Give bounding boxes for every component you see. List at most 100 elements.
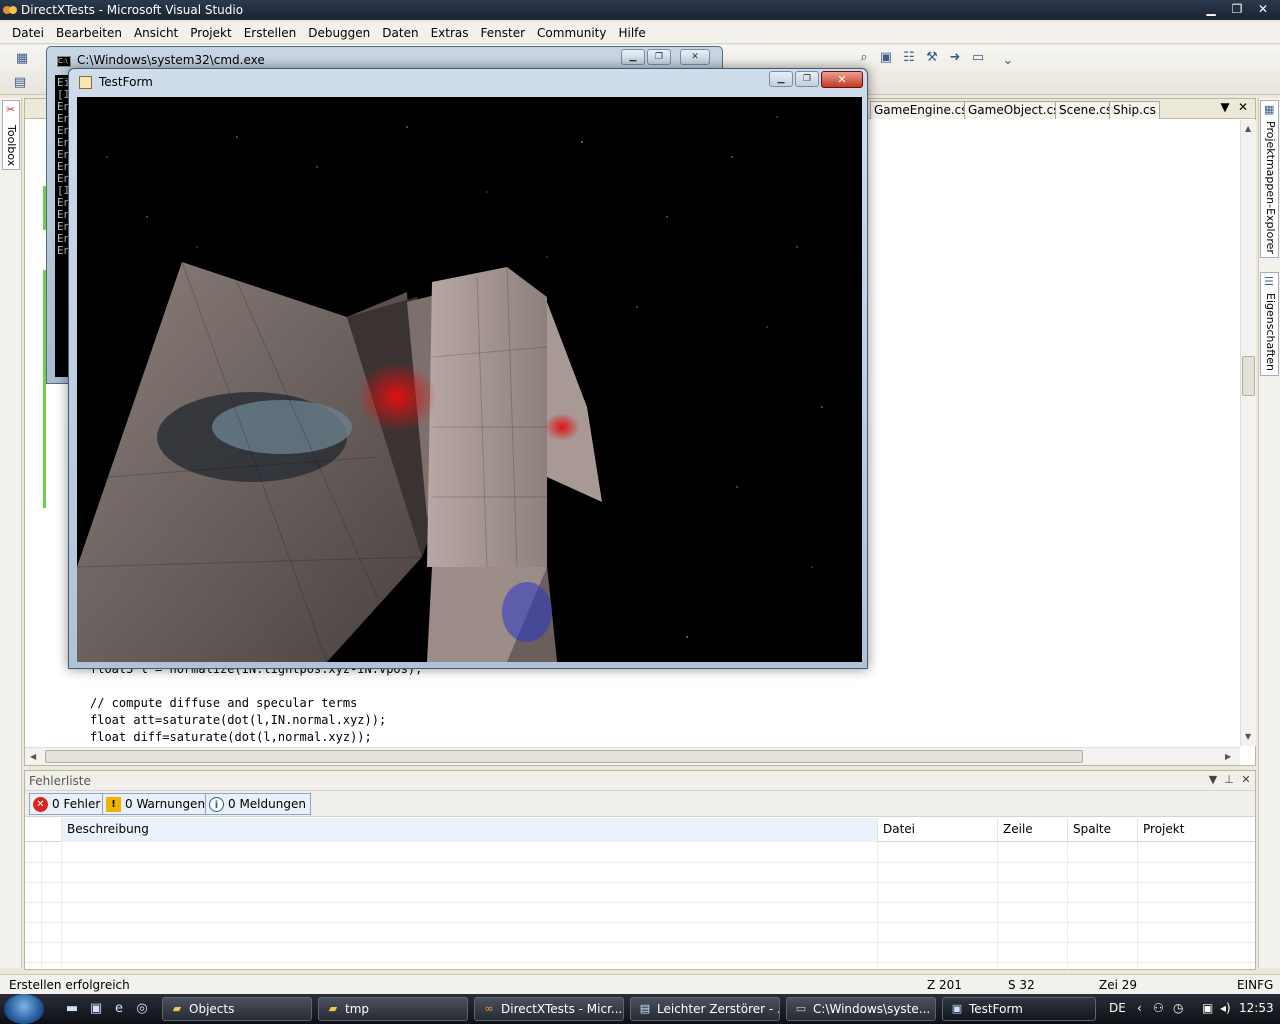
minimize-button[interactable]: ▁ xyxy=(1198,0,1224,18)
find-icon[interactable]: ⌕ xyxy=(856,50,872,66)
toolbox-tab[interactable]: ✂ Toolbox xyxy=(2,100,20,170)
properties-icon[interactable]: ☷ xyxy=(901,50,917,66)
menu-erstellen[interactable]: Erstellen xyxy=(238,26,303,40)
task-testform[interactable]: ▣ TestForm xyxy=(942,997,1096,1021)
grid-line xyxy=(41,842,42,970)
warning-icon: ! xyxy=(106,797,121,812)
window-icon[interactable]: ▭ xyxy=(970,50,986,66)
overflow-icon[interactable]: ⌄ xyxy=(1000,53,1016,69)
menu-extras[interactable]: Extras xyxy=(425,26,475,40)
testform-window[interactable]: TestForm ▁ ❐ ✕ xyxy=(68,68,868,669)
switch-windows-icon[interactable]: ▣ xyxy=(88,1001,104,1017)
task-document[interactable]: ▤ Leichter Zerstörer - ... xyxy=(630,997,780,1021)
task-label: Objects xyxy=(189,1002,235,1016)
minimize-button[interactable]: ▁ xyxy=(769,71,793,87)
dropdown-icon[interactable]: ▼ xyxy=(1205,773,1221,786)
clock[interactable]: 12:53 xyxy=(1239,1001,1274,1015)
col-beschreibung[interactable]: Beschreibung xyxy=(61,818,877,842)
menu-daten[interactable]: Daten xyxy=(376,26,424,40)
menu-debuggen[interactable]: Debuggen xyxy=(302,26,376,40)
minimize-button[interactable]: ▁ xyxy=(621,49,645,65)
status-message: Erstellen erfolgreich xyxy=(9,978,130,992)
task-label: TestForm xyxy=(969,1002,1023,1016)
task-tmp[interactable]: ▰ tmp xyxy=(318,997,468,1021)
close-button[interactable]: ✕ xyxy=(1250,0,1276,18)
task-visual-studio[interactable]: ∞ DirectXTests - Micr... xyxy=(474,997,624,1021)
col-zeile[interactable]: Zeile xyxy=(997,818,1067,842)
properties-tab[interactable]: ☰ Eigenschaften xyxy=(1260,272,1279,376)
grid-line xyxy=(877,842,878,970)
grid-line xyxy=(997,842,998,970)
toolbar-icon[interactable]: ▤ xyxy=(12,75,28,91)
window-icon: ▣ xyxy=(951,1002,963,1015)
col-spalte[interactable]: Spalte xyxy=(1067,818,1137,842)
errors-filter-button[interactable]: ✕ 0 Fehler xyxy=(29,793,106,815)
network-icon[interactable]: ⚇ xyxy=(1153,1001,1164,1015)
tab-dropdown-icon[interactable]: ▼ xyxy=(1217,100,1233,114)
language-indicator[interactable]: DE xyxy=(1109,1001,1126,1015)
tab-gameengine[interactable]: GameEngine.cs xyxy=(870,101,972,119)
task-objects[interactable]: ▰ Objects xyxy=(162,997,312,1021)
grid-line xyxy=(25,942,1255,943)
tab-scene[interactable]: Scene.cs xyxy=(1055,101,1117,119)
scroll-up-icon[interactable]: ▲ xyxy=(1245,124,1251,133)
menu-hilfe[interactable]: Hilfe xyxy=(612,26,651,40)
task-cmd[interactable]: ▭ C:\Windows\syste... xyxy=(786,997,936,1021)
task-label: Leichter Zerstörer - ... xyxy=(657,1002,780,1016)
task-label: DirectXTests - Micr... xyxy=(501,1002,623,1016)
messages-filter-button[interactable]: i 0 Meldungen xyxy=(205,793,311,815)
tab-ship[interactable]: Ship.cs xyxy=(1109,101,1160,119)
close-icon[interactable]: ✕ xyxy=(1238,773,1254,786)
warnings-filter-label: 0 Warnungen xyxy=(125,797,206,811)
volume-icon[interactable]: ◂) xyxy=(1220,1001,1231,1015)
directx-viewport[interactable] xyxy=(77,97,862,662)
solution-explorer-label: Projektmappen-Explorer xyxy=(1264,121,1277,254)
menu-ansicht[interactable]: Ansicht xyxy=(128,26,184,40)
quick-launch-icon[interactable]: ◎ xyxy=(134,1001,150,1017)
scroll-left-icon[interactable]: ◀ xyxy=(30,752,36,761)
tools-icon[interactable]: ⚒ xyxy=(924,50,940,66)
grid-line xyxy=(25,902,1255,903)
status-mode: EINFG xyxy=(1237,978,1274,992)
warnings-filter-button[interactable]: ! 0 Warnungen xyxy=(102,793,211,815)
system-tray: DE ‹ ⚇ ◷ ▣ ◂) 12:53 xyxy=(1100,994,1280,1024)
scroll-thumb[interactable] xyxy=(1242,356,1255,396)
start-button[interactable] xyxy=(4,994,44,1024)
menu-community[interactable]: Community xyxy=(531,26,612,40)
scroll-right-icon[interactable]: ▶ xyxy=(1225,752,1231,761)
col-datei[interactable]: Datei xyxy=(877,818,997,842)
horizontal-scrollbar[interactable]: ◀ ▶ xyxy=(25,747,1240,765)
display-icon[interactable]: ▣ xyxy=(1202,1001,1213,1015)
scroll-down-icon[interactable]: ▼ xyxy=(1245,732,1251,741)
menu-bearbeiten[interactable]: Bearbeiten xyxy=(50,26,128,40)
close-document-icon[interactable]: ✕ xyxy=(1235,100,1251,114)
grid-line xyxy=(61,842,62,970)
show-desktop-icon[interactable]: ▬ xyxy=(64,1001,80,1017)
alarm-icon[interactable]: ◷ xyxy=(1173,1001,1183,1015)
start-icon[interactable]: ➜ xyxy=(947,50,963,66)
toolbox-label: Toolbox xyxy=(5,125,18,167)
maximize-button[interactable]: ❐ xyxy=(647,49,671,65)
error-list-header: Fehlerliste ▼ ⊥ ✕ xyxy=(25,771,1255,791)
new-project-icon[interactable]: ▦ xyxy=(14,51,30,67)
menu-fenster[interactable]: Fenster xyxy=(475,26,532,40)
status-char: Zei 29 xyxy=(1099,978,1138,992)
tab-gameobject[interactable]: GameObject.cs xyxy=(964,101,1064,119)
vertical-scrollbar[interactable]: ▲ ▼ xyxy=(1240,120,1256,746)
maximize-button[interactable]: ❐ xyxy=(795,71,819,87)
toolbox-strip: ✂ Toolbox xyxy=(0,98,22,968)
close-button[interactable]: ✕ xyxy=(821,71,863,88)
menu-projekt[interactable]: Projekt xyxy=(184,26,237,40)
col-projekt[interactable]: Projekt xyxy=(1137,818,1255,842)
scroll-thumb[interactable] xyxy=(45,750,1083,763)
solution-explorer-tab[interactable]: ▦ Projektmappen-Explorer xyxy=(1260,100,1279,258)
menu-bar: Datei Bearbeiten Ansicht Projekt Erstell… xyxy=(0,22,1280,44)
maximize-button[interactable]: ❐ xyxy=(1224,0,1250,18)
menu-datei[interactable]: Datei xyxy=(6,26,50,40)
toolbox-icon: ✂ xyxy=(6,103,16,116)
chevron-left-icon[interactable]: ‹ xyxy=(1137,1001,1142,1015)
internet-explorer-icon[interactable]: e xyxy=(111,1001,127,1017)
pin-icon[interactable]: ⊥ xyxy=(1221,773,1237,786)
solution-explorer-icon[interactable]: ▣ xyxy=(878,50,894,66)
close-button[interactable]: ✕ xyxy=(680,49,710,65)
